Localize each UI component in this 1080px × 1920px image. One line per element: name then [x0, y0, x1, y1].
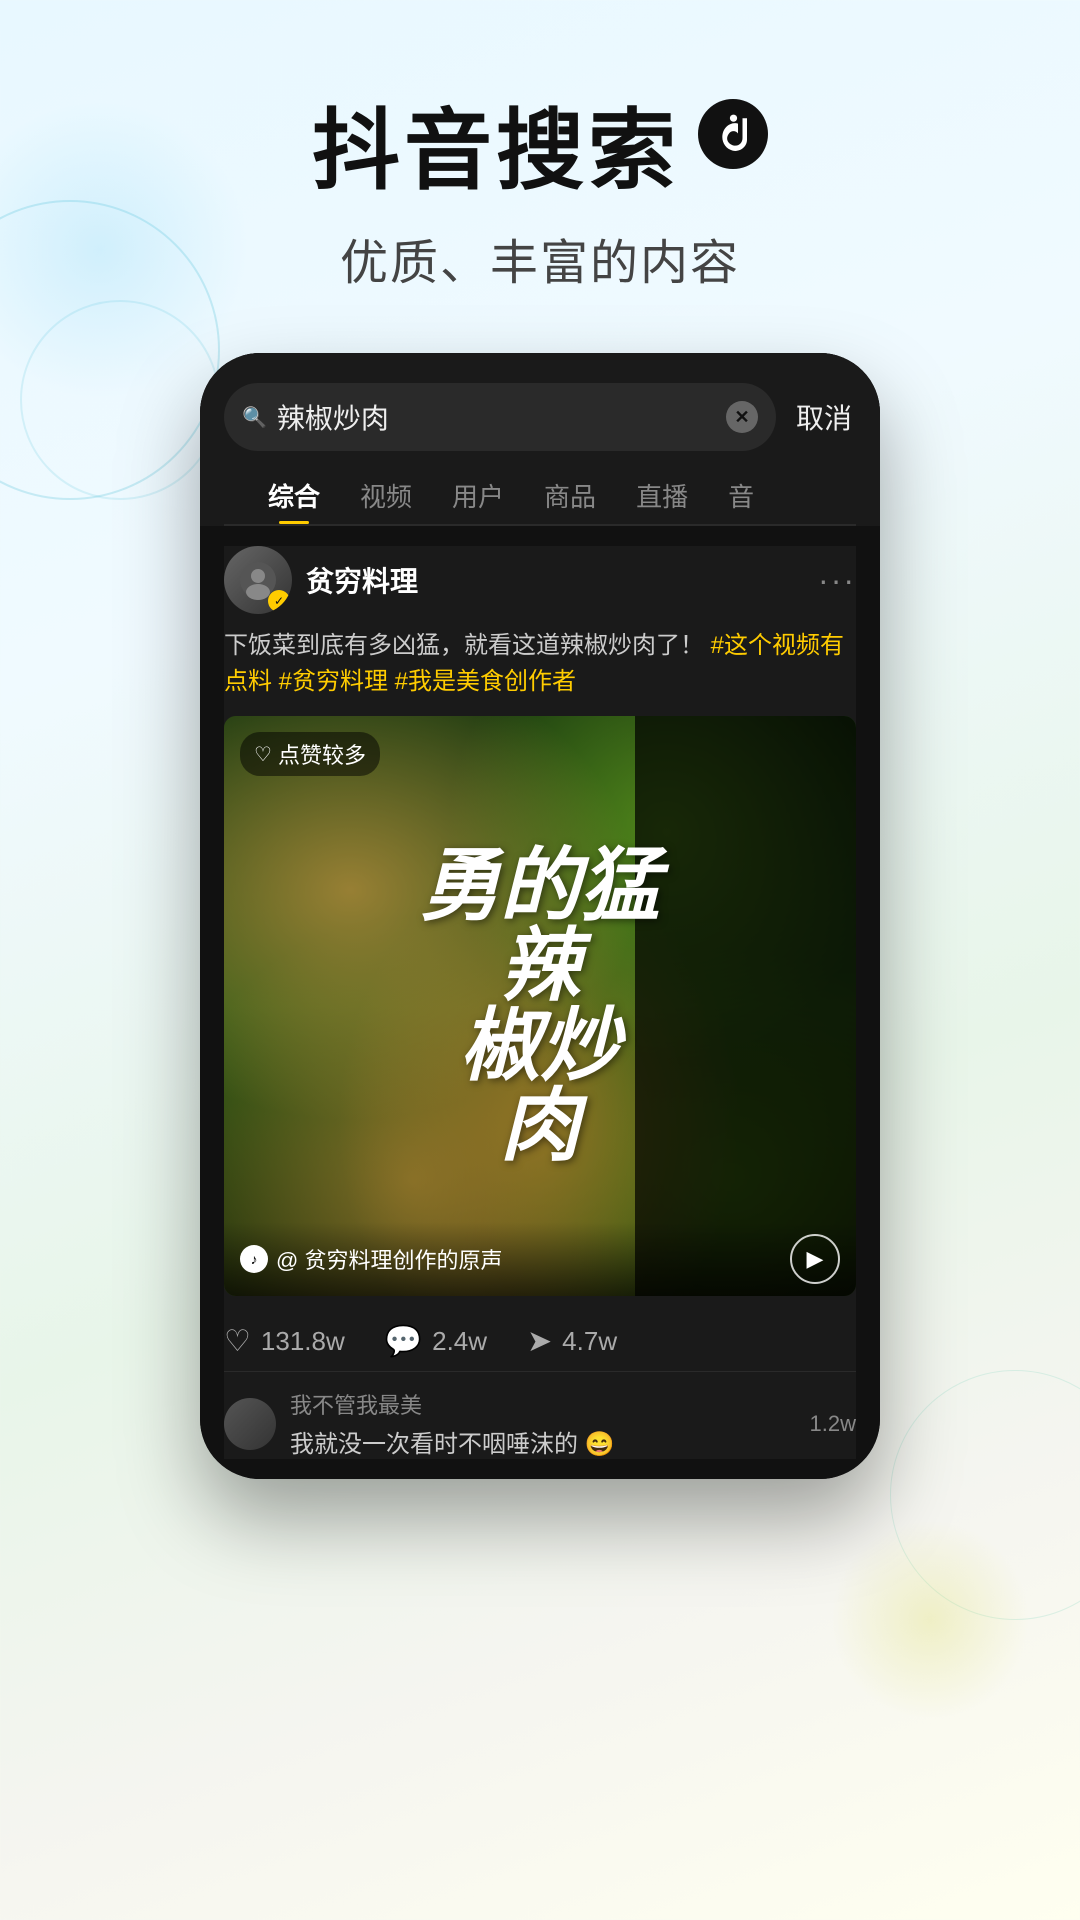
search-area: 🔍 辣椒炒肉 ✕ 取消 综合 视频 用户 商品 直播 音 — [200, 353, 880, 526]
comment-count-badge: 1.2w — [810, 1411, 856, 1437]
phone-screen: 🔍 辣椒炒肉 ✕ 取消 综合 视频 用户 商品 直播 音 — [200, 353, 880, 1479]
video-overlay-text: 勇的猛辣椒炒肉 — [256, 846, 825, 1166]
comment-content: 我就没一次看时不咽唾沫的 😄 — [290, 1424, 796, 1459]
tab-商品[interactable]: 商品 — [524, 467, 616, 524]
search-bar-row: 🔍 辣椒炒肉 ✕ 取消 — [224, 383, 856, 451]
post-card: ✓ 贫穷料理 ··· 下饭菜到底有多凶猛，就看这道辣椒炒肉了！ #这个视频有点料… — [224, 546, 856, 1459]
tiktok-icon-small: ♪ — [240, 1245, 268, 1273]
tab-直播[interactable]: 直播 — [616, 467, 708, 524]
username: 贫穷料理 — [306, 560, 804, 600]
app-title: 抖音搜索 — [0, 80, 1080, 207]
bg-glow-yellow — [830, 1520, 1030, 1720]
search-query-text: 辣椒炒肉 — [277, 397, 716, 437]
search-input-box[interactable]: 🔍 辣椒炒肉 ✕ — [224, 383, 776, 451]
phone-mockup: 🔍 辣椒炒肉 ✕ 取消 综合 视频 用户 商品 直播 音 — [200, 353, 880, 1479]
tiktok-note-icon — [711, 111, 756, 156]
comment-icon: 💬 — [385, 1324, 422, 1359]
share-icon: ➤ — [527, 1324, 552, 1359]
video-thumbnail[interactable]: ♡ 点赞较多 勇的猛辣椒炒肉 ♪ @ 贫穷料理创作的原声 — [224, 716, 856, 1296]
tab-视频[interactable]: 视频 — [340, 467, 432, 524]
play-button[interactable]: ▶ — [790, 1234, 840, 1284]
header-section: 抖音搜索 优质、丰富的内容 — [0, 0, 1080, 333]
comment-preview: 我不管我最美 我就没一次看时不咽唾沫的 😄 1.2w — [224, 1372, 856, 1459]
tab-音[interactable]: 音 — [708, 467, 774, 524]
user-avatar: ✓ — [224, 546, 292, 614]
app-title-text: 抖音搜索 — [312, 80, 680, 207]
more-options-button[interactable]: ··· — [818, 562, 856, 599]
heart-icon-small: ♡ — [254, 742, 272, 767]
comment-avatar — [224, 1398, 276, 1450]
likes-badge: ♡ 点赞较多 — [240, 732, 380, 776]
post-description: 下饭菜到底有多凶猛，就看这道辣椒炒肉了！ #这个视频有点料 #贫穷料理 #我是美… — [224, 628, 856, 700]
app-subtitle: 优质、丰富的内容 — [0, 223, 1080, 293]
video-bottom-bar: ♪ @ 贫穷料理创作的原声 ▶ — [224, 1222, 856, 1296]
shares-stat: ➤ 4.7w — [527, 1324, 617, 1359]
tiktok-logo-badge — [698, 99, 768, 169]
phone-container: 🔍 辣椒炒肉 ✕ 取消 综合 视频 用户 商品 直播 音 — [0, 353, 1080, 1479]
likes-stat: ♡ 131.8w — [224, 1324, 345, 1359]
user-row: ✓ 贫穷料理 ··· — [224, 546, 856, 614]
stats-row: ♡ 131.8w 💬 2.4w ➤ 4.7w — [224, 1312, 856, 1372]
description-text: 下饭菜到底有多凶猛，就看这道辣椒炒肉了！ — [224, 632, 704, 659]
video-sound-info: ♪ @ 贫穷料理创作的原声 — [240, 1243, 502, 1275]
sound-text: @ 贫穷料理创作的原声 — [276, 1243, 502, 1275]
search-icon: 🔍 — [242, 405, 267, 430]
tab-综合[interactable]: 综合 — [248, 467, 340, 524]
comments-count: 2.4w — [432, 1326, 487, 1357]
comments-stat: 💬 2.4w — [385, 1324, 487, 1359]
comment-username: 我不管我最美 — [290, 1388, 796, 1420]
verified-badge: ✓ — [268, 590, 290, 612]
tabs-row: 综合 视频 用户 商品 直播 音 — [224, 451, 856, 524]
comment-text-area: 我不管我最美 我就没一次看时不咽唾沫的 😄 — [290, 1388, 796, 1459]
likes-badge-text: 点赞较多 — [278, 738, 366, 770]
likes-count: 131.8w — [261, 1326, 345, 1357]
cancel-button[interactable]: 取消 — [792, 397, 856, 437]
shares-count: 4.7w — [562, 1326, 617, 1357]
search-clear-button[interactable]: ✕ — [726, 401, 758, 433]
heart-icon: ♡ — [224, 1324, 251, 1359]
content-area: ✓ 贫穷料理 ··· 下饭菜到底有多凶猛，就看这道辣椒炒肉了！ #这个视频有点料… — [200, 526, 880, 1479]
tab-用户[interactable]: 用户 — [432, 467, 524, 524]
